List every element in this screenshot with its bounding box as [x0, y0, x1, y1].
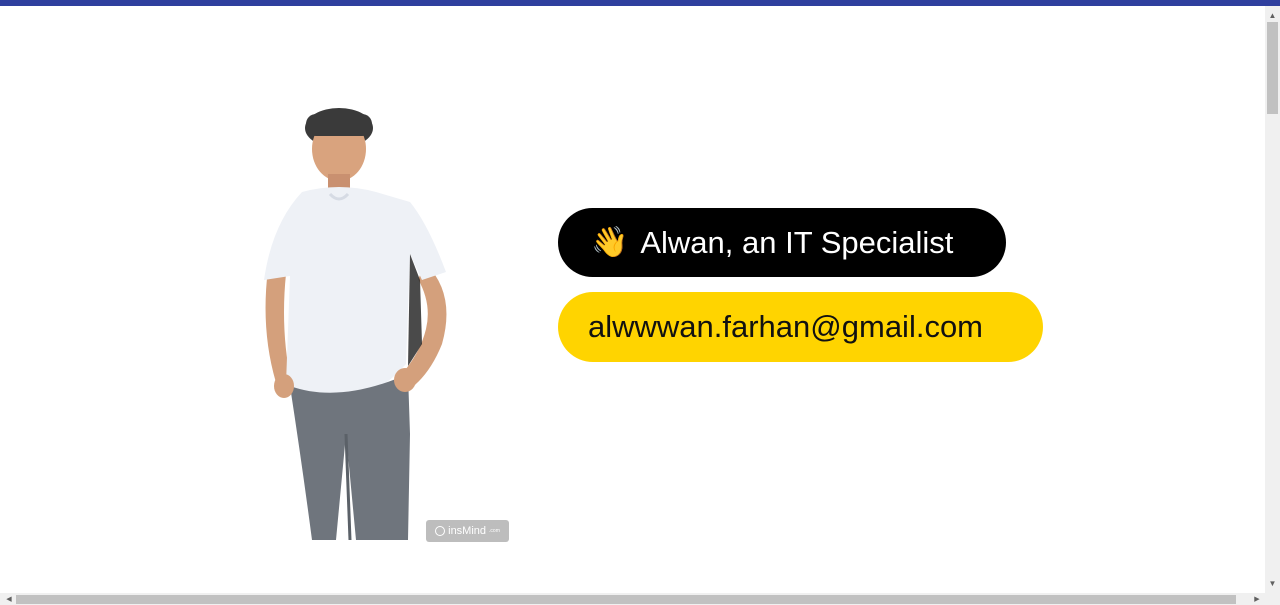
- name-text: Alwan, an IT Specialist: [640, 224, 954, 260]
- watermark-text: insMind: [448, 525, 487, 537]
- scroll-up-arrow-icon[interactable]: ▲: [1265, 8, 1280, 23]
- email-text[interactable]: alwwwan.farhan@gmail.com: [588, 309, 983, 345]
- vertical-scroll-thumb[interactable]: [1267, 22, 1278, 114]
- watermark-suffix: .com: [489, 528, 500, 534]
- profile-photo: [250, 104, 465, 544]
- scroll-down-arrow-icon[interactable]: ▼: [1265, 576, 1280, 591]
- scroll-left-arrow-icon[interactable]: ◀: [2, 593, 16, 605]
- insmind-logo-icon: [435, 526, 446, 536]
- vertical-scrollbar[interactable]: ▲ ▼: [1265, 6, 1280, 593]
- email-pill[interactable]: alwwwan.farhan@gmail.com: [558, 292, 1043, 362]
- horizontal-scroll-thumb[interactable]: [16, 595, 1236, 604]
- scroll-right-arrow-icon[interactable]: ▶: [1250, 593, 1264, 605]
- waving-hand-icon: 👋: [591, 226, 629, 259]
- name-pill: 👋 Alwan, an IT Specialist: [558, 208, 1006, 277]
- horizontal-scrollbar[interactable]: ◀ ▶: [0, 593, 1280, 605]
- insmind-watermark: insMind .com: [426, 520, 509, 542]
